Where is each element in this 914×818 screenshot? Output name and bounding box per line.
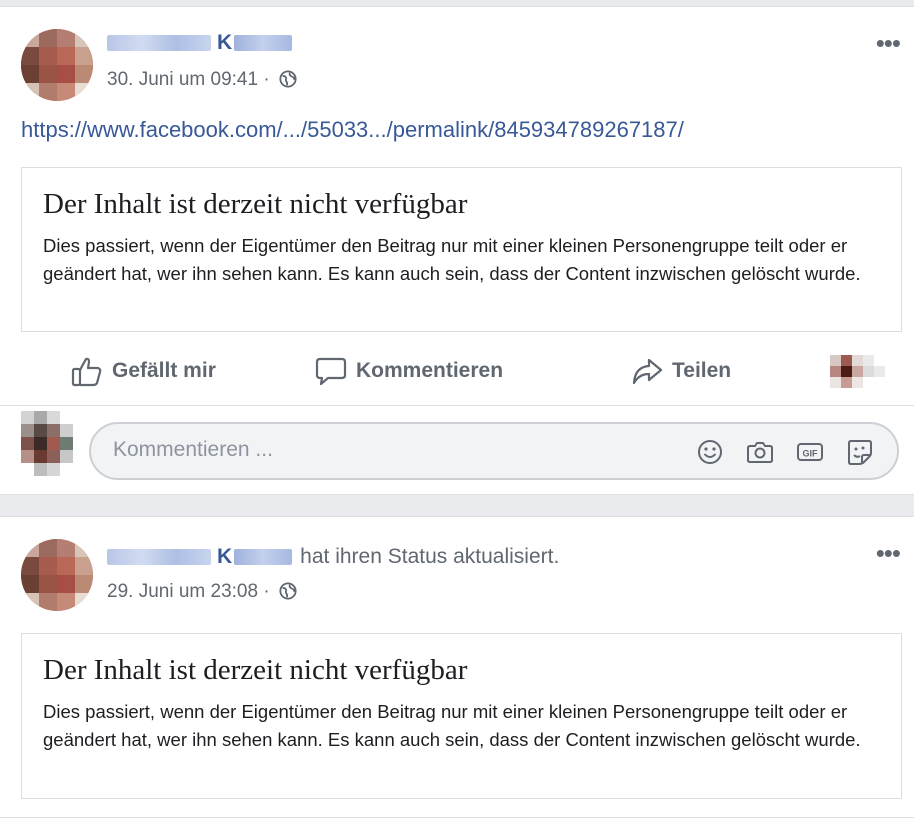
unavailable-content-notice: Der Inhalt ist derzeit nicht verfügbar D… <box>21 167 902 332</box>
viewer-avatar[interactable] <box>830 355 892 388</box>
svg-text:GIF: GIF <box>803 449 819 459</box>
comment-placeholder: Kommentieren ... <box>113 438 273 461</box>
comment-label: Kommentieren <box>356 359 504 382</box>
post-actions-bar: Gefällt mir Kommentieren Teilen <box>0 340 914 406</box>
more-options-icon[interactable]: ••• <box>876 540 901 566</box>
share-arrow-icon <box>632 358 663 385</box>
timestamp-text: 29. Juni um 23:08 · <box>107 581 270 602</box>
redacted-last-name <box>234 35 293 52</box>
post-link[interactable]: https://www.facebook.com/.../55033.../pe… <box>21 117 684 143</box>
globe-icon <box>279 582 297 600</box>
more-options-icon[interactable]: ••• <box>876 30 901 56</box>
post-timestamp[interactable]: 29. Juni um 23:08 · <box>107 580 297 604</box>
speech-bubble-icon <box>315 357 347 386</box>
author-name[interactable]: Khat ihren Status aktualisiert. <box>107 543 559 571</box>
emoji-icon[interactable] <box>696 438 724 466</box>
author-name[interactable]: K <box>107 29 293 57</box>
like-label: Gefällt mir <box>112 359 216 382</box>
like-button[interactable]: Gefällt mir <box>70 354 216 388</box>
divider <box>0 405 914 406</box>
author-avatar[interactable] <box>21 29 93 101</box>
share-button[interactable]: Teilen <box>630 354 731 388</box>
notice-body: Dies passiert, wenn der Eigentümer den B… <box>43 235 861 284</box>
status-update-text: hat ihren Status aktualisiert. <box>300 545 560 569</box>
camera-icon[interactable] <box>746 438 774 466</box>
redacted-first-name <box>107 35 211 52</box>
unavailable-content-notice: Der Inhalt ist derzeit nicht verfügbar D… <box>21 633 902 799</box>
comment-button[interactable]: Kommentieren <box>314 354 503 388</box>
redacted-first-name <box>107 549 211 566</box>
redacted-last-name <box>234 549 293 566</box>
globe-icon <box>279 70 297 88</box>
share-label: Teilen <box>672 359 732 382</box>
post-card: K 30. Juni um 09:41 · ••• https://www.fa… <box>0 6 914 495</box>
thumbs-up-icon <box>71 357 102 387</box>
notice-title: Der Inhalt ist derzeit nicht verfügbar <box>43 654 468 686</box>
author-avatar[interactable] <box>21 539 93 611</box>
timestamp-text: 30. Juni um 09:41 · <box>107 69 270 90</box>
notice-title: Der Inhalt ist derzeit nicht verfügbar <box>43 188 468 220</box>
author-initial: K <box>217 31 233 55</box>
author-initial: K <box>217 545 233 569</box>
post-card: Khat ihren Status aktualisiert. 29. Juni… <box>0 516 914 818</box>
current-user-avatar[interactable] <box>21 411 75 483</box>
post-timestamp[interactable]: 30. Juni um 09:41 · <box>107 68 297 92</box>
gif-icon[interactable]: GIF <box>796 438 824 466</box>
comment-input[interactable]: Kommentieren ... GIF <box>89 422 899 480</box>
notice-body: Dies passiert, wenn der Eigentümer den B… <box>43 701 861 750</box>
sticker-icon[interactable] <box>846 438 874 466</box>
